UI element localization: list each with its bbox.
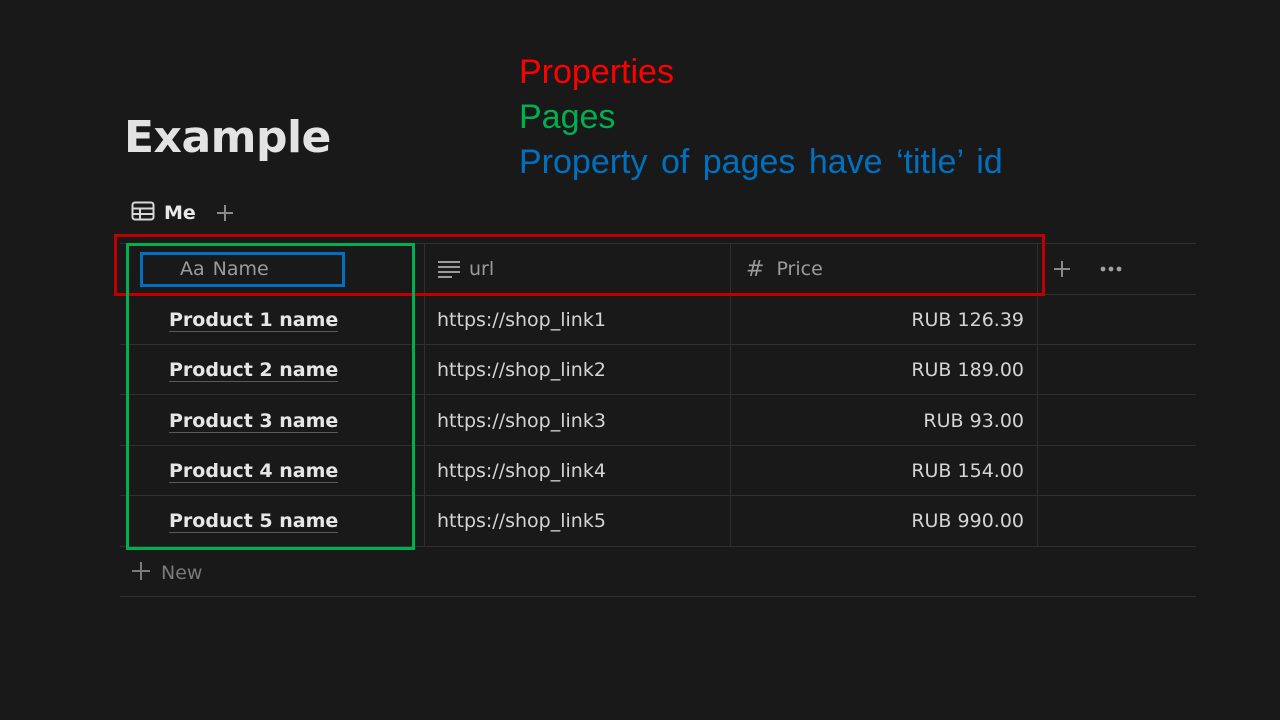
cell-url[interactable]: https://shop_link1 [437, 295, 606, 345]
plus-icon [131, 561, 151, 586]
legend-properties: Properties [519, 53, 674, 91]
text-lines-icon [437, 260, 461, 278]
cell-url[interactable]: https://shop_link5 [437, 496, 606, 546]
column-divider [730, 243, 731, 546]
more-options-ellipsis-icon[interactable] [1098, 256, 1124, 282]
cell-price[interactable]: RUB 990.00 [745, 496, 1024, 546]
table-top-border [120, 243, 1196, 244]
view-tab-label: Me [164, 202, 196, 224]
cell-name[interactable]: Product 1 name [169, 295, 339, 345]
column-divider [1037, 243, 1038, 546]
cell-name[interactable]: Product 5 name [169, 496, 339, 546]
cell-url[interactable]: https://shop_link4 [437, 446, 606, 496]
legend-pages: Pages [519, 98, 616, 136]
cell-price[interactable]: RUB 126.39 [745, 295, 1024, 345]
cell-price[interactable]: RUB 93.00 [745, 396, 1024, 446]
annotation-legend: Properties Pages Property of pages have … [519, 50, 1003, 185]
number-hash-icon: # [746, 256, 765, 282]
title-type-icon: Aa [180, 258, 205, 280]
column-header-url[interactable]: url [437, 244, 494, 294]
cell-price[interactable]: RUB 154.00 [745, 446, 1024, 496]
legend-title-note: Property of pages have ‘title’ id [519, 143, 1003, 181]
table-bottom-border [120, 596, 1196, 597]
row-divider [120, 546, 1196, 547]
view-tab-me[interactable]: Me [131, 201, 196, 226]
cell-name[interactable]: Product 3 name [169, 396, 339, 446]
table-icon [131, 201, 155, 226]
cell-name[interactable]: Product 2 name [169, 345, 339, 395]
add-view-plus-icon[interactable] [216, 204, 234, 222]
add-property-plus-icon[interactable] [1051, 256, 1073, 282]
cell-url[interactable]: https://shop_link3 [437, 396, 606, 446]
column-header-price[interactable]: # Price [746, 244, 823, 294]
column-header-label: Name [212, 258, 269, 280]
column-header-label: Price [776, 258, 823, 280]
column-header-name[interactable]: Aa Name [180, 244, 269, 294]
cell-url[interactable]: https://shop_link2 [437, 345, 606, 395]
new-row-button[interactable]: New [131, 558, 202, 588]
column-header-label: url [469, 258, 495, 280]
view-tabs: Me [131, 198, 234, 228]
cell-name[interactable]: Product 4 name [169, 446, 339, 496]
cell-price[interactable]: RUB 189.00 [745, 345, 1024, 395]
page-title: Example [124, 112, 331, 163]
new-row-label: New [161, 562, 203, 584]
column-divider [424, 243, 425, 546]
